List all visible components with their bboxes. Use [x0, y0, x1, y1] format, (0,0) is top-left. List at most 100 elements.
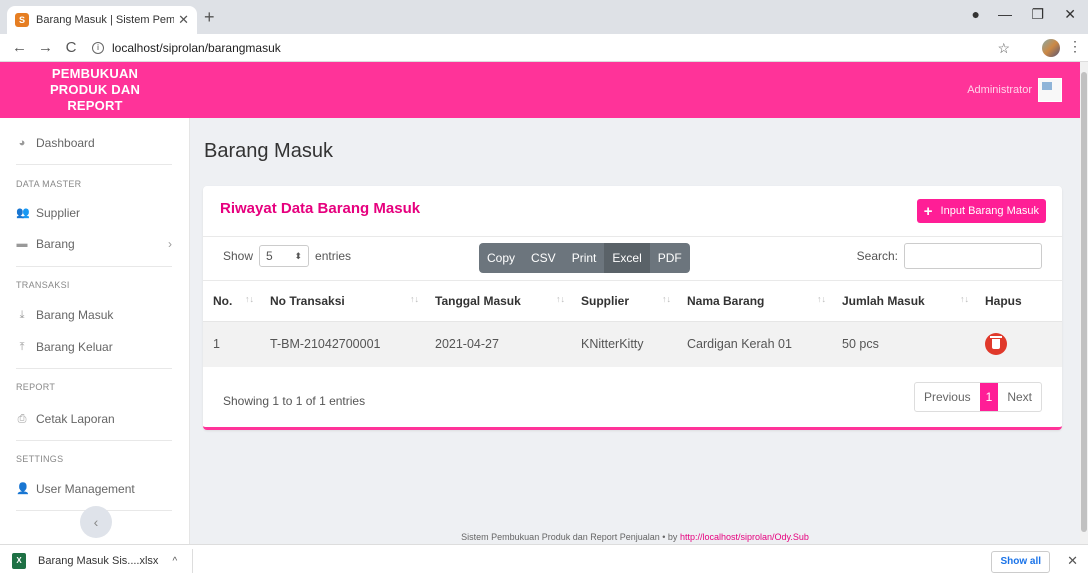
- address-bar: ← → C i localhost/siprolan/barangmasuk ☆…: [0, 34, 1088, 62]
- minimize-icon[interactable]: —: [998, 6, 1012, 22]
- sidebar-item-label: Dashboard: [36, 136, 95, 150]
- sidebar-item-label: Supplier: [36, 206, 81, 220]
- sidebar-item-cetak-laporan[interactable]: ⎙ Cetak Laporan: [16, 412, 115, 426]
- bookmark-star-icon[interactable]: ☆: [997, 40, 1010, 57]
- brand-line-3: REPORT: [67, 98, 123, 113]
- download-icon: ⤓: [19, 309, 25, 321]
- brand-line-1: PEMBUKUAN: [51, 66, 139, 81]
- pdf-button[interactable]: PDF: [649, 243, 690, 273]
- sidebar-item-user-management[interactable]: 👤 User Management: [16, 482, 135, 496]
- chevron-left-icon: ‹: [93, 514, 99, 530]
- tab-title: Barang Masuk | Sistem Pembuku: [36, 14, 175, 26]
- cell-hapus: [975, 321, 1062, 367]
- sort-icon: ↑↓: [817, 294, 826, 304]
- sidebar-item-dashboard[interactable]: ◕ Dashboard: [16, 136, 95, 150]
- sidebar-divider: [16, 368, 172, 369]
- column-header-tanggal-masuk[interactable]: Tanggal Masuk ↑↓: [425, 281, 571, 322]
- sidebar-item-label: Barang Keluar: [36, 340, 113, 354]
- search-label: Search:: [856, 249, 898, 263]
- browser-menu-icon[interactable]: ⋮: [1068, 38, 1082, 55]
- cell-nama-barang: Cardigan Kerah 01: [677, 321, 832, 367]
- sidebar-item-barang-keluar[interactable]: ⤒ Barang Keluar: [16, 340, 113, 354]
- show-label: Show: [223, 249, 254, 263]
- previous-button[interactable]: Previous: [915, 383, 980, 411]
- page-scrollbar[interactable]: [1080, 62, 1088, 544]
- restore-icon[interactable]: ❐: [1031, 6, 1044, 23]
- sidebar-item-barang-masuk[interactable]: ⤓ Barang Masuk: [16, 308, 114, 322]
- brand-logo[interactable]: PEMBUKUAN PRODUK DAN REPORT: [0, 62, 190, 118]
- sort-icon: ↑↓: [245, 294, 254, 304]
- download-item[interactable]: X Barang Masuk Sis....xlsx ^: [12, 553, 177, 569]
- reload-icon[interactable]: C: [64, 39, 78, 56]
- browser-tabbar: S Barang Masuk | Sistem Pembuku ✕ + ● — …: [0, 0, 1088, 34]
- column-header-supplier[interactable]: Supplier ↑↓: [571, 281, 677, 322]
- new-tab-button[interactable]: +: [204, 7, 215, 28]
- url-field[interactable]: i localhost/siprolan/barangmasuk: [92, 41, 281, 55]
- page-title: Barang Masuk: [204, 140, 333, 162]
- sidebar: ◕ Dashboard DATA MASTER 👥 Supplier ▬ Bar…: [0, 118, 190, 544]
- browser-tab[interactable]: S Barang Masuk | Sistem Pembuku ✕: [7, 6, 197, 34]
- footer-text: Sistem Pembukuan Produk dan Report Penju…: [461, 532, 680, 542]
- sidebar-divider: [16, 266, 172, 267]
- scrollbar-thumb[interactable]: [1081, 72, 1087, 532]
- entries-length: Show 5 ⬍ entries: [223, 245, 351, 267]
- sidebar-item-label: User Management: [36, 482, 135, 496]
- table-header-row: No. ↑↓ No Transaksi ↑↓ Tanggal Masuk ↑↓ Sup…: [203, 281, 1062, 322]
- entries-label: entries: [315, 249, 352, 263]
- column-header-nama-barang[interactable]: Nama Barang ↑↓: [677, 281, 832, 322]
- csv-button[interactable]: CSV: [523, 243, 564, 273]
- page-1-button[interactable]: 1: [979, 383, 999, 411]
- excel-button[interactable]: Excel: [604, 243, 650, 273]
- delete-button[interactable]: [985, 333, 1007, 356]
- table-row: 1 T-BM-21042700001 2021-04-27 KNitterKit…: [203, 321, 1062, 367]
- next-button[interactable]: Next: [998, 383, 1041, 411]
- download-file-name: Barang Masuk Sis....xlsx: [38, 555, 159, 567]
- sort-icon: ↑↓: [662, 294, 671, 304]
- print-button[interactable]: Print: [563, 243, 605, 273]
- site-info-icon[interactable]: i: [92, 41, 104, 54]
- footer: Sistem Pembukuan Produk dan Report Penju…: [190, 532, 1080, 542]
- download-bar: X Barang Masuk Sis....xlsx ^ Show all ✕: [0, 544, 1088, 577]
- users-icon: 👥: [16, 207, 30, 219]
- print-icon: ⎙: [17, 413, 27, 425]
- sidebar-item-label: Barang Masuk: [36, 308, 114, 322]
- cell-jumlah-masuk: 50 pcs: [832, 321, 975, 367]
- column-header-no-transaksi[interactable]: No Transaksi ↑↓: [260, 281, 425, 322]
- sidebar-item-supplier[interactable]: 👥 Supplier: [16, 206, 80, 220]
- excel-file-icon: X: [12, 553, 26, 569]
- forward-icon[interactable]: →: [38, 39, 53, 56]
- copy-button[interactable]: Copy: [479, 243, 524, 273]
- cell-tanggal-masuk: 2021-04-27: [425, 321, 571, 367]
- tab-close-icon[interactable]: ✕: [178, 12, 189, 28]
- barang-masuk-table: No. ↑↓ No Transaksi ↑↓ Tanggal Masuk ↑↓ Sup…: [203, 281, 1062, 367]
- cell-supplier: KNitterKitty: [571, 321, 677, 367]
- column-header-no[interactable]: No. ↑↓: [203, 281, 260, 322]
- sidebar-item-barang[interactable]: ▬ Barang ›: [16, 237, 173, 251]
- plus-icon: +: [923, 202, 933, 220]
- sidebar-heading-data-master: DATA MASTER: [16, 179, 82, 189]
- chevron-up-icon[interactable]: ^: [172, 556, 177, 567]
- user-avatar[interactable]: [1038, 78, 1062, 102]
- table-search: Search:: [857, 243, 1042, 269]
- back-icon[interactable]: ←: [12, 39, 27, 56]
- footer-link[interactable]: http://localhost/siprolan/Ody.Sub: [680, 532, 809, 542]
- user-menu[interactable]: Administrator: [967, 78, 1062, 102]
- search-input[interactable]: [904, 243, 1042, 269]
- column-header-jumlah-masuk[interactable]: Jumlah Masuk ↑↓: [832, 281, 975, 322]
- profile-avatar-icon[interactable]: [1042, 39, 1060, 57]
- sidebar-heading-transaksi: TRANSAKSI: [16, 280, 70, 290]
- download-divider: [192, 549, 193, 573]
- sort-icon: ↑↓: [556, 294, 565, 304]
- folder-icon: ▬: [16, 238, 28, 250]
- input-barang-masuk-button[interactable]: + Input Barang Masuk: [916, 199, 1046, 223]
- sidebar-collapse-button[interactable]: ‹: [80, 506, 112, 538]
- entries-select[interactable]: 5 ⬍: [259, 245, 310, 267]
- window-close-icon[interactable]: ✕: [1064, 6, 1076, 23]
- upload-icon: ⤒: [19, 341, 25, 353]
- profile-icon[interactable]: ●: [972, 6, 980, 22]
- user-plus-icon: 👤: [16, 483, 30, 495]
- download-bar-close-icon[interactable]: ✕: [1067, 553, 1078, 569]
- app-header: PEMBUKUAN PRODUK DAN REPORT Administrato…: [0, 62, 1080, 118]
- chevron-right-icon: ›: [168, 237, 172, 251]
- show-all-button[interactable]: Show all: [991, 551, 1050, 573]
